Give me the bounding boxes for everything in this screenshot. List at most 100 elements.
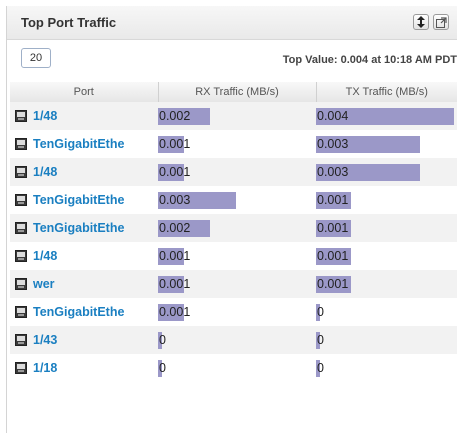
- rx-traffic-value: 0.001: [159, 305, 191, 319]
- tx-bar-container: 0.001: [316, 186, 457, 214]
- port-link[interactable]: TenGigabitEthe: [33, 221, 124, 235]
- tx-bar-container: 0: [316, 326, 457, 354]
- tx-cell: 0.004: [316, 102, 457, 130]
- rx-cell: 0.001: [158, 270, 316, 298]
- port-cell-content: 1/43: [10, 333, 158, 347]
- table-row: TenGigabitEthe 0.003 0.001: [10, 186, 457, 214]
- rx-cell: 0: [158, 354, 316, 382]
- table-row: 1/48 0.001 0.003: [10, 158, 457, 186]
- tx-bar-container: 0.001: [316, 242, 457, 270]
- port-icon: [15, 166, 27, 178]
- row-count-selector[interactable]: 20: [21, 48, 51, 68]
- port-cell-content: wer: [10, 277, 158, 291]
- port-cell-content: TenGigabitEthe: [10, 137, 158, 151]
- tx-traffic-value: 0.001: [317, 249, 349, 263]
- port-cell: TenGigabitEthe: [10, 130, 158, 158]
- table-row: 1/18 0 0: [10, 354, 457, 382]
- rx-cell: 0.002: [158, 102, 316, 130]
- tx-cell: 0.003: [316, 158, 457, 186]
- port-cell: TenGigabitEthe: [10, 298, 158, 326]
- rx-traffic-value: 0.002: [159, 109, 191, 123]
- tx-cell: 0.001: [316, 186, 457, 214]
- tx-column-header[interactable]: TX Traffic (MB/s): [316, 82, 457, 102]
- tx-traffic-value: 0.003: [317, 165, 349, 179]
- rx-bar-container: 0.001: [158, 130, 316, 158]
- rx-column-header[interactable]: RX Traffic (MB/s): [158, 82, 317, 102]
- table-row: 1/48 0.001 0.001: [10, 242, 457, 270]
- tx-bar-container: 0.004: [316, 102, 457, 130]
- table-row: 1/48 0.002 0.004: [10, 102, 457, 130]
- port-cell: 1/48: [10, 242, 158, 270]
- table-row: TenGigabitEthe 0.001 0: [10, 298, 457, 326]
- port-link[interactable]: wer: [33, 277, 55, 291]
- port-cell: 1/48: [10, 158, 158, 186]
- rx-bar-container: 0.001: [158, 242, 316, 270]
- rx-cell: 0.001: [158, 298, 316, 326]
- sort-icon[interactable]: [413, 14, 429, 30]
- tx-cell: 0.003: [316, 130, 457, 158]
- popout-icon[interactable]: [433, 14, 449, 30]
- rx-bar-container: 0: [158, 326, 316, 354]
- tx-traffic-value: 0: [317, 361, 324, 375]
- port-cell: 1/18: [10, 354, 158, 382]
- port-link[interactable]: 1/48: [33, 109, 57, 123]
- tx-bar-container: 0.003: [316, 130, 457, 158]
- widget-title: Top Port Traffic: [21, 15, 117, 30]
- rx-traffic-value: 0.001: [159, 277, 191, 291]
- widget-toolbar: 20 Top Value: 0.004 at 10:18 AM PDT: [7, 40, 457, 76]
- rx-bar-container: 0.002: [158, 214, 316, 242]
- port-cell: TenGigabitEthe: [10, 214, 158, 242]
- rx-cell: 0.001: [158, 158, 316, 186]
- rx-bar-container: 0: [158, 354, 316, 382]
- rx-bar-container: 0.002: [158, 102, 316, 130]
- port-cell: 1/43: [10, 326, 158, 354]
- port-column-header[interactable]: Port: [10, 82, 159, 102]
- table-row: 1/43 0 0: [10, 326, 457, 354]
- port-link[interactable]: TenGigabitEthe: [33, 305, 124, 319]
- rx-cell: 0.001: [158, 130, 316, 158]
- tx-bar-container: 0.001: [316, 270, 457, 298]
- tx-bar-container: 0.003: [316, 158, 457, 186]
- rx-cell: 0.003: [158, 186, 316, 214]
- port-link[interactable]: 1/48: [33, 165, 57, 179]
- tx-traffic-value: 0: [317, 333, 324, 347]
- tx-cell: 0: [316, 298, 457, 326]
- tx-traffic-value: 0: [317, 305, 324, 319]
- tx-cell: 0: [316, 354, 457, 382]
- port-icon: [15, 222, 27, 234]
- port-cell-content: TenGigabitEthe: [10, 193, 158, 207]
- port-link[interactable]: 1/43: [33, 333, 57, 347]
- port-traffic-table: Port RX Traffic (MB/s) TX Traffic (MB/s)…: [10, 82, 457, 382]
- top-value-label: Top Value: 0.004 at 10:18 AM PDT: [282, 54, 457, 66]
- tx-bar-container: 0: [316, 298, 457, 326]
- table-row: TenGigabitEthe 0.002 0.001: [10, 214, 457, 242]
- table-row: wer 0.001 0.001: [10, 270, 457, 298]
- port-cell-content: 1/48: [10, 249, 158, 263]
- rx-cell: 0.002: [158, 214, 316, 242]
- tx-traffic-value: 0.001: [317, 277, 349, 291]
- rx-bar-container: 0.001: [158, 298, 316, 326]
- rx-traffic-value: 0: [159, 333, 166, 347]
- port-cell-content: 1/48: [10, 109, 158, 123]
- port-cell-content: 1/18: [10, 361, 158, 375]
- tx-cell: 0.001: [316, 242, 457, 270]
- tx-cell: 0.001: [316, 270, 457, 298]
- rx-cell: 0.001: [158, 242, 316, 270]
- port-link[interactable]: TenGigabitEthe: [33, 137, 124, 151]
- rx-traffic-value: 0.002: [159, 221, 191, 235]
- rx-traffic-value: 0.001: [159, 249, 191, 263]
- port-icon: [15, 194, 27, 206]
- table-header-row: Port RX Traffic (MB/s) TX Traffic (MB/s): [10, 82, 457, 102]
- port-link[interactable]: 1/48: [33, 249, 57, 263]
- port-icon: [15, 362, 27, 374]
- port-link[interactable]: TenGigabitEthe: [33, 193, 124, 207]
- port-cell: wer: [10, 270, 158, 298]
- tx-bar-container: 0.001: [316, 214, 457, 242]
- table-row: TenGigabitEthe 0.001 0.003: [10, 130, 457, 158]
- port-cell-content: TenGigabitEthe: [10, 305, 158, 319]
- port-cell-content: 1/48: [10, 165, 158, 179]
- port-icon: [15, 278, 27, 290]
- port-icon: [15, 138, 27, 150]
- port-cell: 1/48: [10, 102, 158, 130]
- port-link[interactable]: 1/18: [33, 361, 57, 375]
